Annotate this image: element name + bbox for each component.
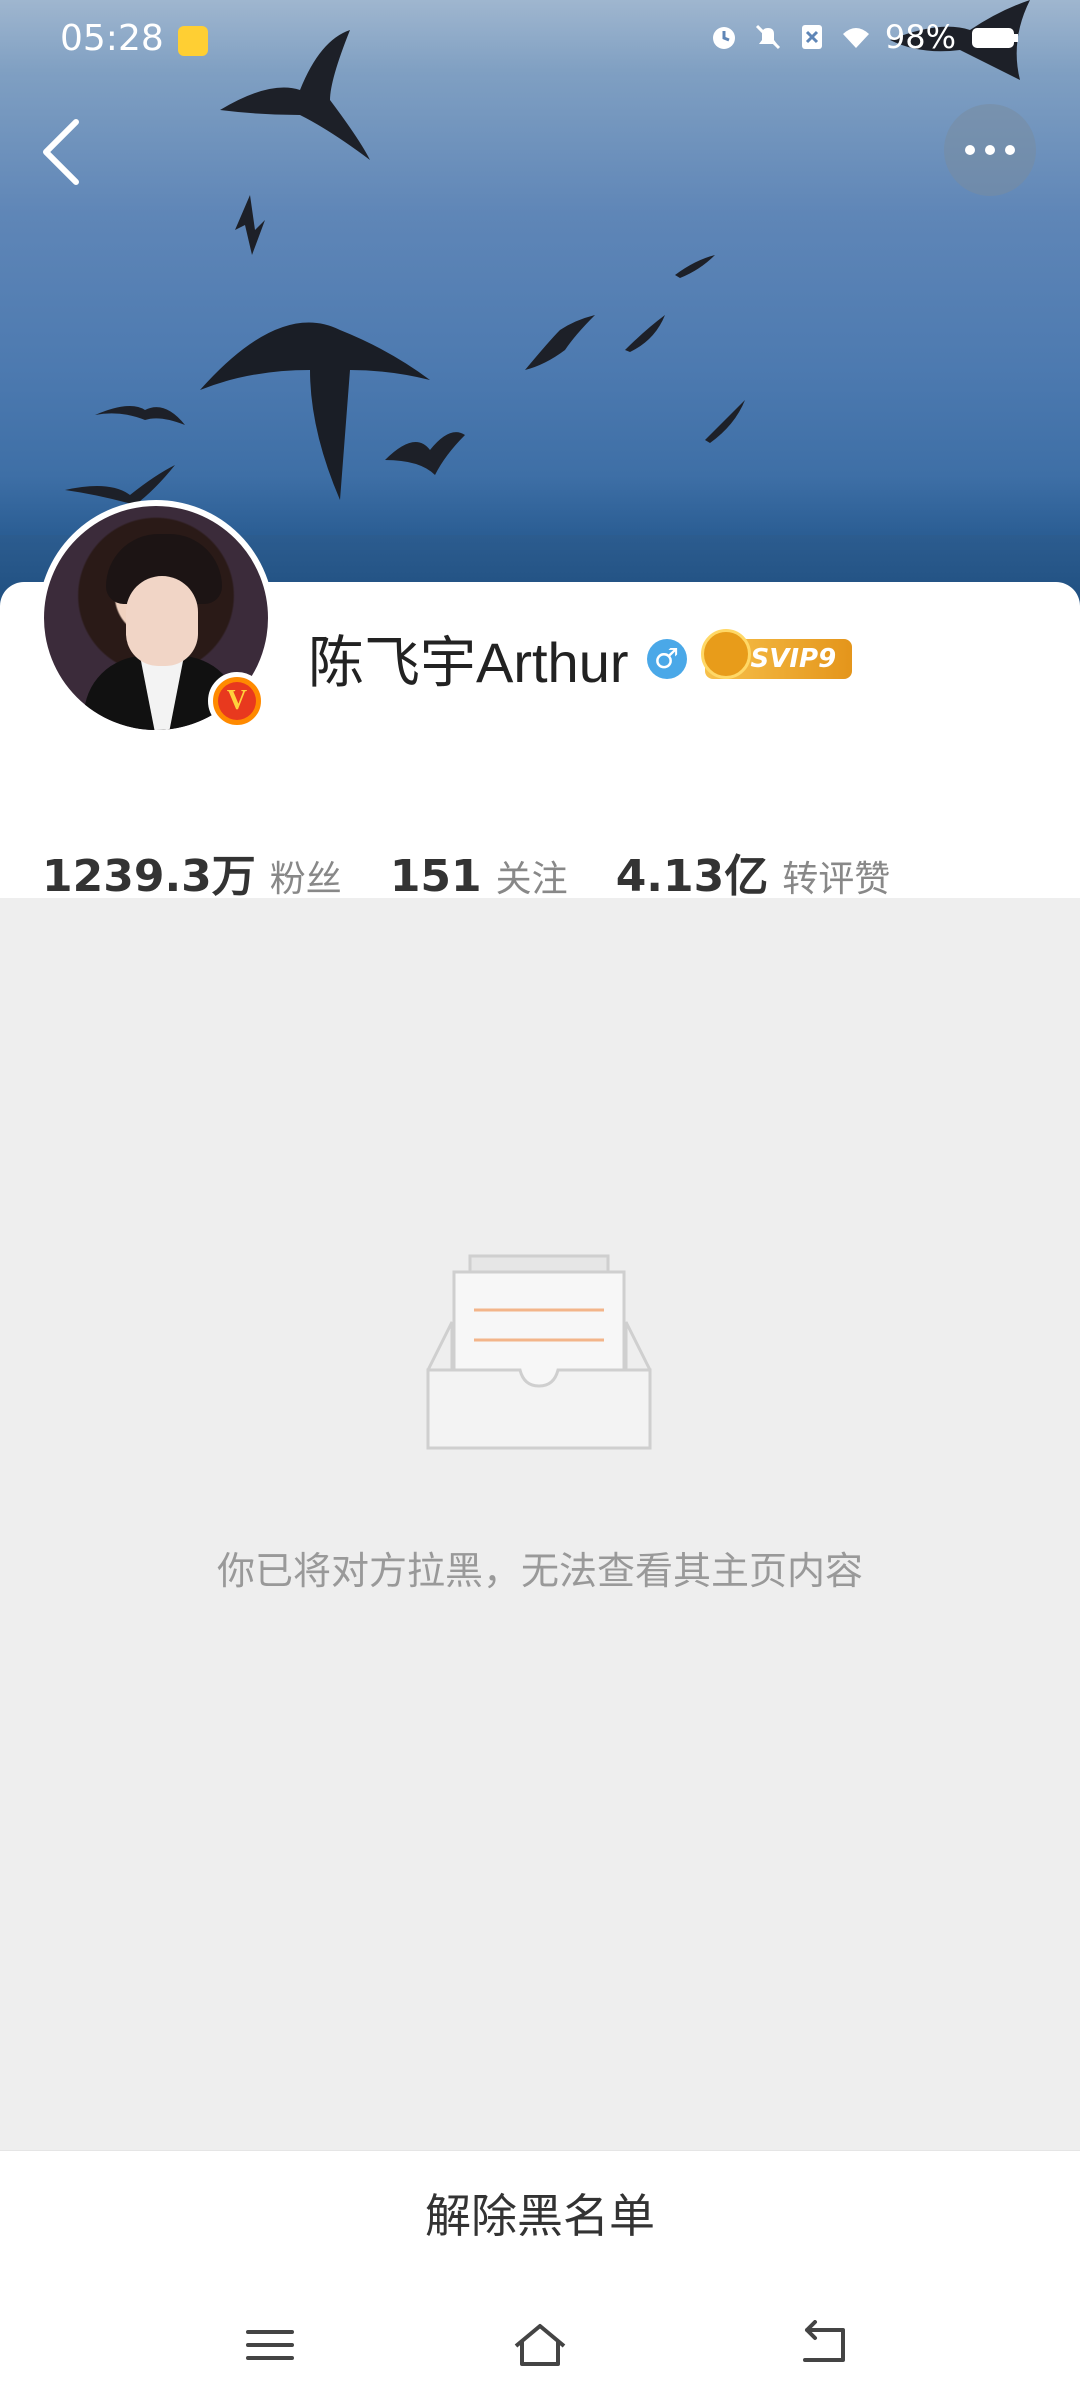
blocked-message: 你已将对方拉黑，无法查看其主页内容 xyxy=(216,1549,863,1593)
bird-graphic xyxy=(95,406,185,425)
no-sim-icon xyxy=(801,25,822,49)
verified-v: V xyxy=(218,682,256,720)
home-icon[interactable] xyxy=(510,2320,570,2370)
stat-label: 粉丝 xyxy=(269,859,342,900)
vip-crown-icon xyxy=(700,628,751,679)
stat-value: 4.13亿 xyxy=(615,851,769,902)
empty-inbox-icon xyxy=(426,1254,652,1450)
bird-graphic xyxy=(675,255,715,278)
more-dot xyxy=(1005,145,1015,155)
stat-interactions: 4.13亿 转评赞 xyxy=(616,840,891,904)
battery-percent: 98% xyxy=(884,18,956,56)
stat-label: 转评赞 xyxy=(782,859,891,900)
back-nav-icon[interactable] xyxy=(795,2320,855,2370)
menu-icon[interactable] xyxy=(240,2320,300,2370)
blocked-content-area xyxy=(0,898,1080,2150)
stat-value: 151 xyxy=(389,851,482,902)
back-arrow-icon[interactable] xyxy=(32,110,92,190)
stat-value: 1239.3万 xyxy=(42,851,256,902)
more-dot xyxy=(965,145,975,155)
bird-graphic xyxy=(625,315,665,352)
avatar-face xyxy=(126,576,198,666)
status-time: 05:28 xyxy=(60,18,164,59)
gender-male-icon: ♂ xyxy=(646,638,687,679)
unblock-button[interactable]: 解除黑名单 xyxy=(0,2180,1080,2246)
mute-bell-icon xyxy=(755,24,780,50)
status-bar: 05:28 98% xyxy=(0,0,1080,80)
bird-graphic xyxy=(705,400,745,443)
more-dot xyxy=(985,145,995,155)
wifi-icon xyxy=(842,28,869,48)
weibo-app-icon xyxy=(178,26,208,56)
bird-graphic xyxy=(235,195,265,255)
stat-label: 关注 xyxy=(495,859,568,900)
stat-followers[interactable]: 1239.3万 粉丝 xyxy=(42,840,342,904)
battery-icon xyxy=(972,28,1018,48)
more-options-button[interactable] xyxy=(944,104,1036,196)
alarm-icon xyxy=(712,27,735,49)
svip-label: SVIP9 xyxy=(750,643,837,674)
svip-badge[interactable]: SVIP9 xyxy=(700,628,853,679)
profile-stats: 1239.3万 粉丝 151 关注 4.13亿 转评赞 xyxy=(42,840,890,904)
bird-graphic xyxy=(525,315,595,370)
profile-name: 陈飞宇Arthur xyxy=(308,631,629,694)
verified-badge: V xyxy=(208,672,266,730)
profile-name-row: 陈飞宇Arthur ♂ SVIP9 xyxy=(308,618,853,699)
stat-following[interactable]: 151 关注 xyxy=(390,850,568,902)
bird-graphic xyxy=(385,432,465,475)
